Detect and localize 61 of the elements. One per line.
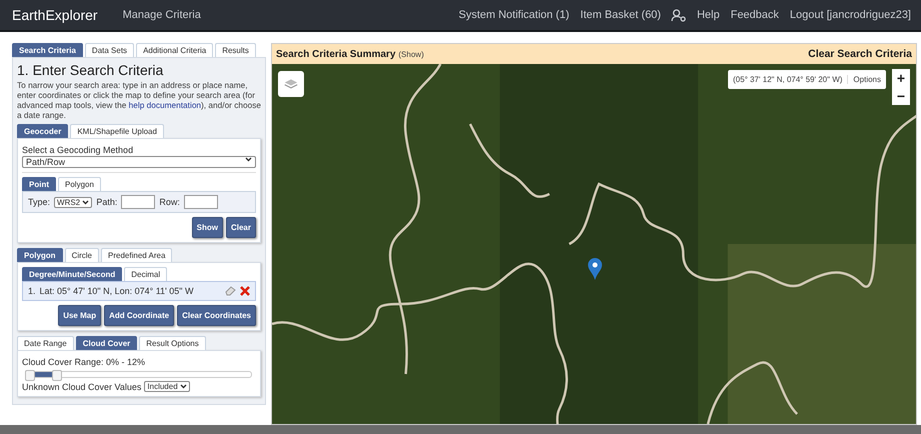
panel-heading: 1. Enter Search Criteria: [17, 62, 164, 78]
field-label: Row:: [159, 197, 180, 207]
nav-link[interactable]: Logout [jancrodriguez23]: [790, 9, 911, 21]
tab[interactable]: Decimal: [124, 267, 168, 281]
geocoding-dropdown[interactable]: Path/Row: [22, 156, 256, 168]
caret-icon: [82, 200, 90, 204]
tab[interactable]: Additional Criteria: [136, 43, 214, 57]
layers-button[interactable]: [278, 71, 304, 97]
app-brand[interactable]: EarthExplorer: [12, 7, 98, 23]
tab[interactable]: Cloud Cover: [76, 336, 138, 350]
tab[interactable]: Geocoder: [17, 124, 68, 138]
user-settings-icon[interactable]: [670, 8, 686, 22]
tab[interactable]: Polygon: [58, 177, 101, 191]
summary-title: Search Criteria Summary: [276, 48, 396, 60]
cursor-coordinates: (05° 37' 12" N, 074° 59' 20" W): [732, 75, 844, 84]
caret-icon: [180, 384, 187, 389]
caret-icon: [245, 157, 252, 162]
row-number: 1.: [28, 286, 36, 296]
action-button[interactable]: Show: [192, 217, 223, 238]
field-label: Path:: [96, 197, 118, 207]
action-button[interactable]: Clear: [226, 217, 256, 238]
tab[interactable]: Predefined Area: [101, 248, 172, 262]
tab[interactable]: Result Options: [139, 336, 206, 350]
horizontal-scrollbar[interactable]: [0, 425, 921, 434]
path-input[interactable]: [121, 195, 156, 209]
help-link[interactable]: help documentation: [128, 100, 202, 110]
tab[interactable]: Data Sets: [84, 43, 134, 57]
map-marker-icon[interactable]: [588, 258, 602, 280]
nav-link[interactable]: Help: [696, 9, 720, 21]
action-button[interactable]: Add Coordinate: [104, 305, 174, 326]
tab[interactable]: Degree/Minute/Second: [22, 267, 122, 281]
tab[interactable]: KML/Shapefile Upload: [70, 124, 164, 138]
action-button[interactable]: Clear Coordinates: [177, 305, 256, 326]
satellite-map-tile[interactable]: [272, 64, 916, 424]
slider-handle[interactable]: [25, 370, 35, 381]
tab[interactable]: Date Range: [17, 336, 74, 350]
instructions-text: To narrow your search area: type in an address or place name, enter coordinates or click the map to define your search area (for advanced map tools, view the help documentation), and/or choose a date range.: [17, 80, 261, 120]
row-input[interactable]: [184, 195, 218, 209]
clear-criteria-link[interactable]: Clear Search Criteria: [808, 48, 912, 60]
nav-link[interactable]: Feedback: [730, 9, 779, 21]
nav-link[interactable]: Manage Criteria: [122, 9, 201, 21]
show-link[interactable]: (Show): [398, 50, 424, 58]
options-button[interactable]: Options: [847, 75, 886, 84]
type-dropdown[interactable]: WRS2: [54, 196, 92, 208]
tab[interactable]: Point: [22, 177, 56, 191]
range-label: Cloud Cover Range: 0% - 12%: [22, 357, 146, 367]
tab[interactable]: Search Criteria: [12, 43, 83, 57]
field-label: Select a Geocoding Method: [22, 145, 134, 155]
tab[interactable]: Polygon: [17, 248, 63, 262]
coordinate-text: Lat: 05° 47' 10" N, Lon: 074° 11' 05" W: [40, 286, 194, 296]
field-label: Type:: [28, 197, 50, 207]
tab[interactable]: Circle: [64, 248, 100, 262]
action-button[interactable]: Use Map: [58, 305, 102, 326]
eraser-icon[interactable]: [225, 286, 236, 296]
field-label: Unknown Cloud Cover Values: [22, 382, 142, 392]
tab[interactable]: Results: [215, 43, 256, 57]
delete-icon[interactable]: [240, 286, 250, 296]
nav-link[interactable]: System Notification (1): [458, 9, 570, 21]
slider-handle[interactable]: [52, 370, 62, 381]
nav-link[interactable]: Item Basket (60): [580, 9, 661, 21]
unknown-values-dropdown[interactable]: Included: [144, 381, 190, 392]
